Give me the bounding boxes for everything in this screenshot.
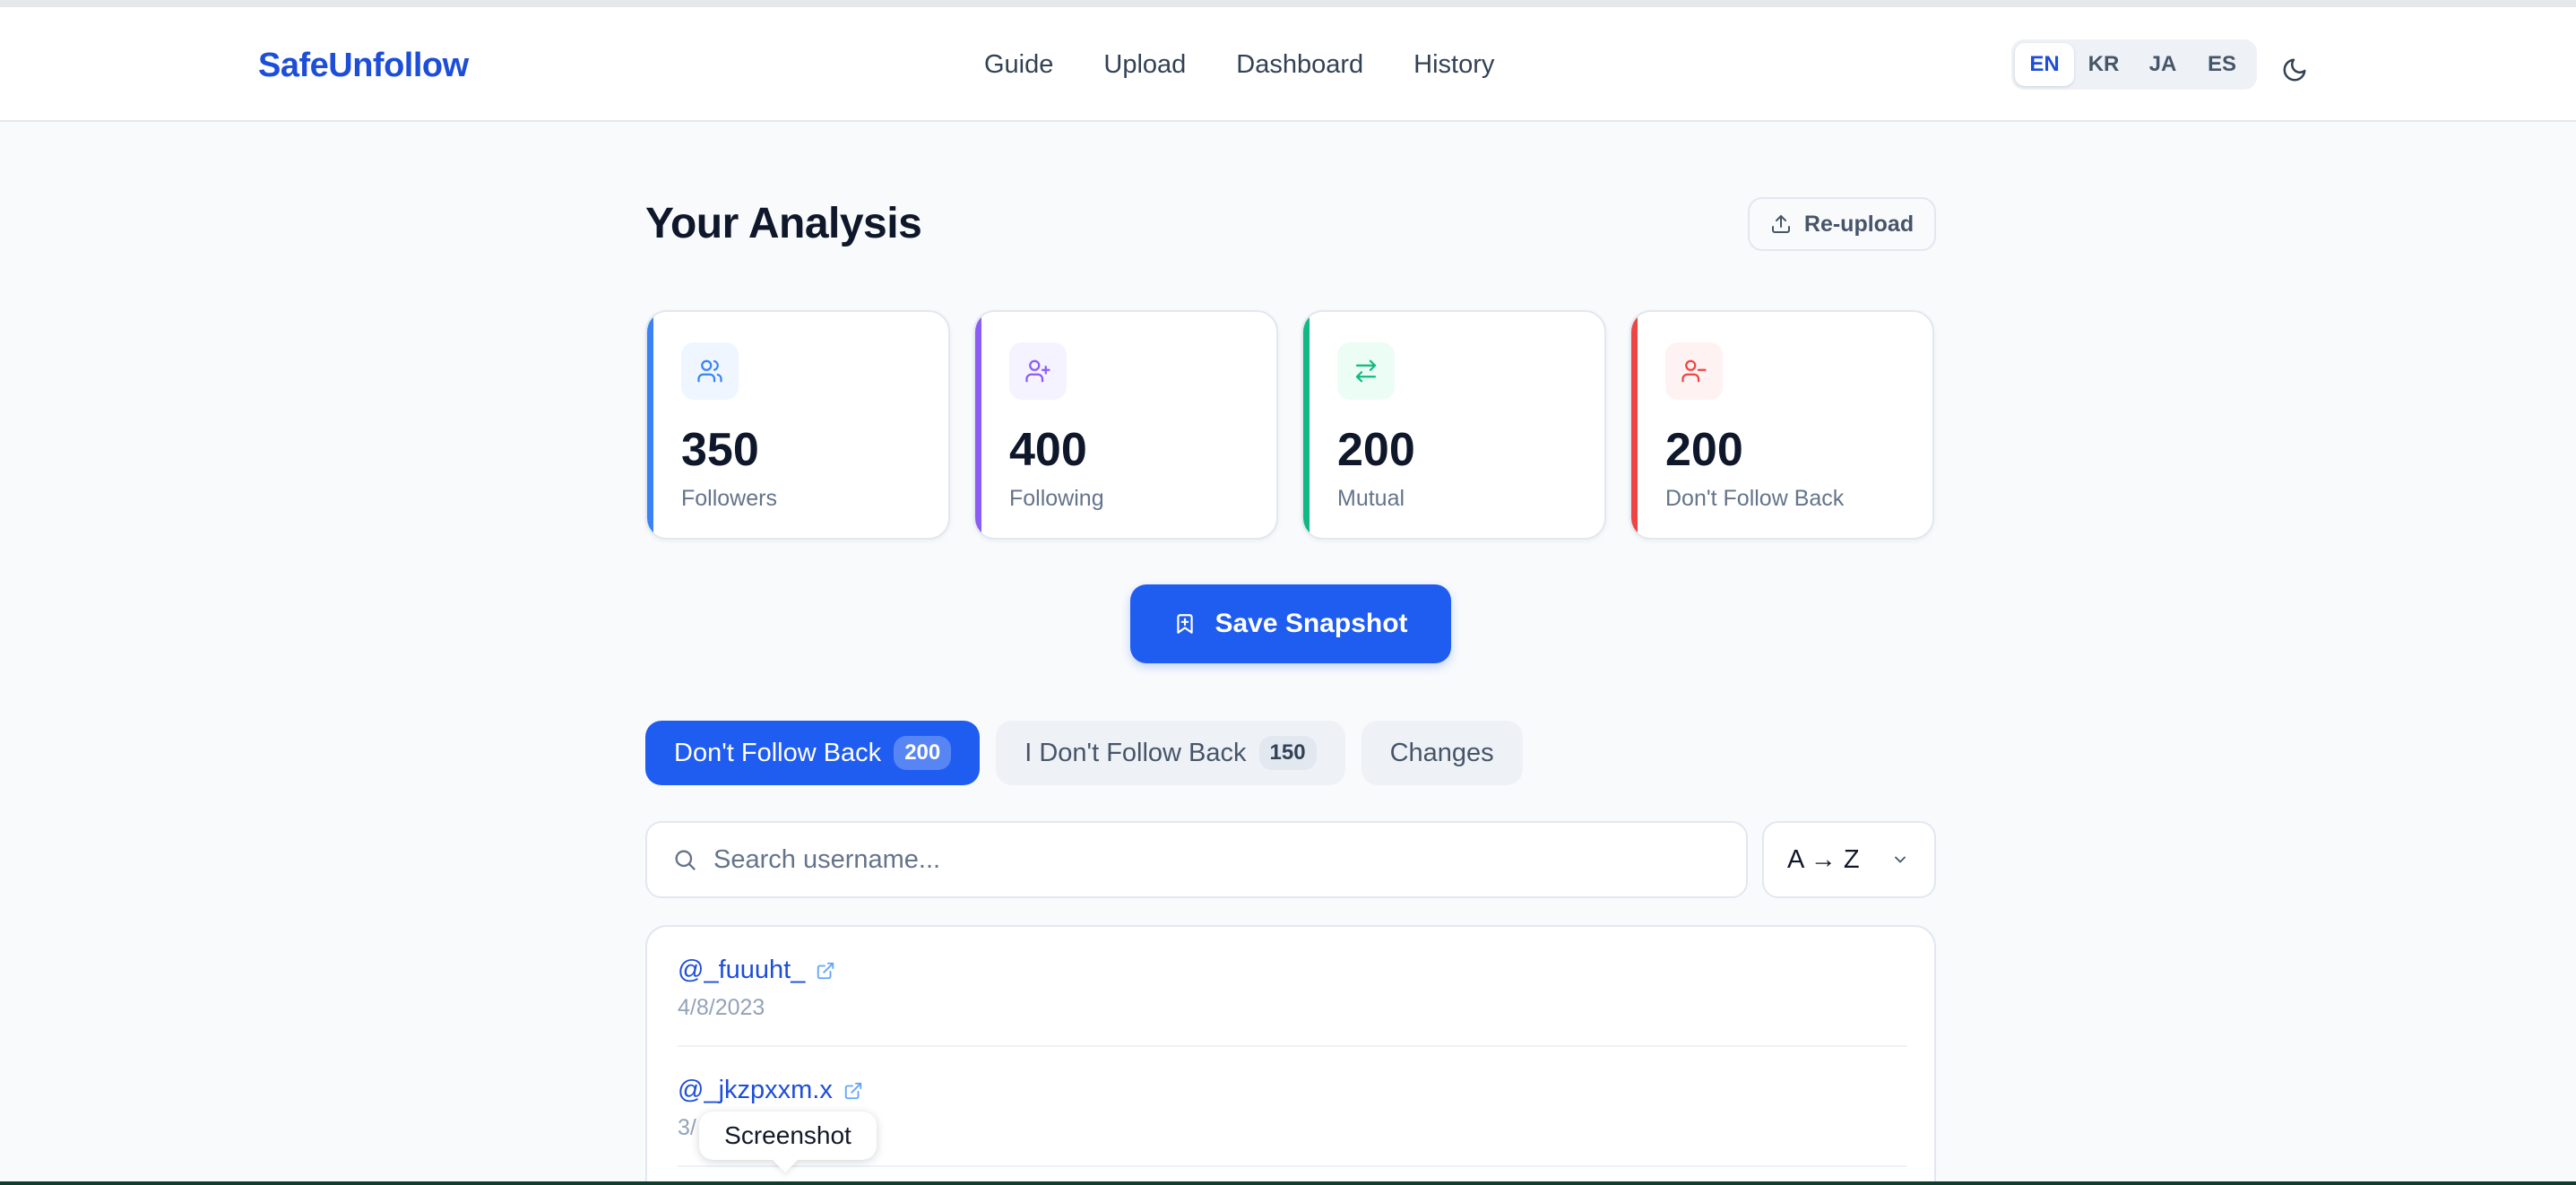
stat-card-followers: 350 Followers bbox=[645, 310, 950, 540]
username: @_jkzpxxm.x bbox=[678, 1076, 833, 1104]
save-snapshot-button[interactable]: Save Snapshot bbox=[1130, 584, 1451, 663]
stat-cards: 350 Followers 400 Following 200 Mutual 2… bbox=[645, 310, 1934, 540]
card-accent bbox=[647, 312, 653, 538]
follow-date: 3/ bbox=[678, 1115, 696, 1140]
reupload-label: Re-upload bbox=[1803, 211, 1915, 237]
external-link-icon bbox=[844, 1082, 862, 1099]
arrows-exchange-icon bbox=[1355, 359, 1377, 383]
tab-changes[interactable]: Changes bbox=[1361, 721, 1523, 785]
tab-i-dont-follow-back[interactable]: I Don't Follow Back 150 bbox=[996, 721, 1345, 785]
stat-card-following: 400 Following bbox=[973, 310, 1278, 540]
count-badge: 150 bbox=[1258, 736, 1317, 770]
save-snapshot-label: Save Snapshot bbox=[1215, 609, 1408, 638]
list-item: @_fuuuht_ 4/8/2023 bbox=[678, 927, 1907, 1047]
stat-value: 400 bbox=[1009, 424, 1087, 476]
count-badge: 200 bbox=[894, 736, 952, 770]
window-top-edge bbox=[0, 0, 2576, 7]
moon-icon bbox=[2283, 58, 2306, 82]
nav-dashboard[interactable]: Dashboard bbox=[1236, 50, 1363, 80]
stat-card-dont-follow-back: 200 Don't Follow Back bbox=[1629, 310, 1934, 540]
stat-value: 200 bbox=[1665, 424, 1743, 476]
lang-es[interactable]: ES bbox=[2192, 43, 2252, 86]
window-bottom-edge bbox=[0, 1181, 2576, 1185]
lang-ja[interactable]: JA bbox=[2133, 43, 2192, 86]
user-link[interactable]: @_fuuuht_ bbox=[678, 956, 835, 985]
card-accent bbox=[1303, 312, 1310, 538]
search-icon bbox=[675, 850, 696, 870]
reupload-button[interactable]: Re-upload bbox=[1748, 197, 1936, 251]
user-minus-icon-box bbox=[1665, 342, 1723, 400]
stat-label: Following bbox=[1009, 486, 1104, 511]
chevron-down-icon bbox=[1895, 856, 1906, 863]
user-minus-icon bbox=[1681, 359, 1707, 383]
brand-logo[interactable]: SafeUnfollow bbox=[258, 47, 469, 85]
nav-guide[interactable]: Guide bbox=[984, 50, 1053, 80]
stat-value: 200 bbox=[1337, 424, 1415, 476]
stat-card-mutual: 200 Mutual bbox=[1301, 310, 1606, 540]
follow-date: 4/8/2023 bbox=[678, 995, 765, 1020]
screenshot-tooltip: Screenshot bbox=[699, 1111, 877, 1173]
top-navbar: SafeUnfollow Guide Upload Dashboard Hist… bbox=[0, 7, 2576, 122]
upload-icon bbox=[1771, 215, 1790, 233]
stat-label: Mutual bbox=[1337, 486, 1405, 511]
stat-label: Followers bbox=[681, 486, 777, 511]
lang-en[interactable]: EN bbox=[2015, 43, 2074, 86]
nav-upload[interactable]: Upload bbox=[1103, 50, 1186, 80]
user-link[interactable]: @_jkzpxxm.x bbox=[678, 1076, 863, 1105]
card-accent bbox=[975, 312, 981, 538]
user-plus-icon-box bbox=[1009, 342, 1067, 400]
username: @_fuuuht_ bbox=[678, 956, 806, 984]
sort-value: A → Z bbox=[1787, 844, 1860, 874]
stat-label: Don't Follow Back bbox=[1665, 486, 1845, 511]
search-box bbox=[645, 821, 1748, 898]
list-tabs: Don't Follow Back 200 I Don't Follow Bac… bbox=[645, 721, 1523, 785]
external-link-icon bbox=[817, 962, 834, 979]
tab-label: Changes bbox=[1389, 738, 1494, 767]
dark-mode-toggle[interactable] bbox=[2277, 52, 2312, 88]
search-input[interactable] bbox=[713, 844, 1699, 875]
tab-label: Don't Follow Back bbox=[674, 738, 882, 767]
lang-kr[interactable]: KR bbox=[2074, 43, 2133, 86]
tab-dont-follow-back[interactable]: Don't Follow Back 200 bbox=[645, 721, 981, 785]
card-accent bbox=[1631, 312, 1638, 538]
language-switcher: EN KR JA ES bbox=[2011, 39, 2257, 90]
main-nav: Guide Upload Dashboard History bbox=[984, 50, 1544, 80]
tab-label: I Don't Follow Back bbox=[1024, 738, 1247, 767]
nav-history[interactable]: History bbox=[1413, 50, 1494, 80]
bookmark-plus-icon bbox=[1177, 614, 1194, 634]
sort-select[interactable]: A → Z bbox=[1762, 821, 1936, 898]
user-plus-icon bbox=[1025, 359, 1050, 383]
arrows-icon-box bbox=[1337, 342, 1395, 400]
stat-value: 350 bbox=[681, 424, 759, 476]
users-icon-box bbox=[681, 342, 739, 400]
users-icon bbox=[697, 359, 722, 383]
page-title: Your Analysis bbox=[645, 200, 922, 247]
tooltip-text: Screenshot bbox=[724, 1121, 851, 1149]
